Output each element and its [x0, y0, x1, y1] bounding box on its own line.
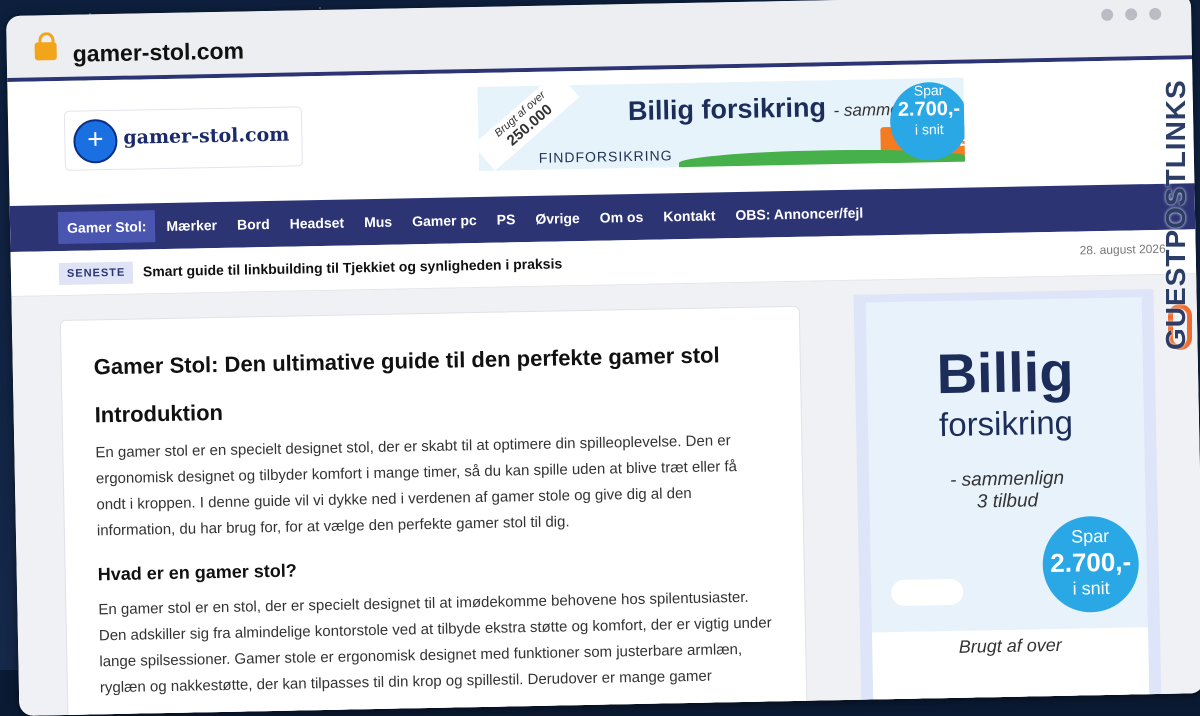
sidebar-ad-title: Billig — [935, 339, 1075, 406]
ticker-date: 28. august 2026 — [1079, 241, 1166, 258]
site-logo[interactable]: + gamer-stol.com — [63, 106, 303, 171]
nav-item-maerker[interactable]: Mærker — [157, 209, 226, 242]
lock-icon — [34, 42, 57, 61]
nav-item-headset[interactable]: Headset — [280, 206, 353, 239]
article-heading-intro: Introduktion — [94, 399, 224, 428]
save-suffix: i snit — [1072, 577, 1110, 599]
save-amount: 2.700,- — [1049, 546, 1132, 579]
sidebar: Billig forsikring - sammenlign 3 tilbud … — [853, 289, 1162, 716]
article-paragraph: En gamer stol er en stol, der er speciel… — [98, 588, 772, 697]
article: Gamer Stol: Den ultimative guide til den… — [59, 305, 808, 716]
nav-item-obs[interactable]: OBS: Annoncer/fejl — [726, 196, 872, 231]
window-dot-icon[interactable] — [1149, 7, 1162, 21]
stamp-small-text: Brugt af over — [492, 89, 548, 140]
address-bar[interactable]: gamer-stol.com — [72, 37, 244, 67]
article-title: Gamer Stol: Den ultimative guide til den… — [93, 342, 720, 380]
nav-item-ps[interactable]: PS — [487, 203, 524, 236]
sidebar-ad-sub2: 3 tilbud — [976, 490, 1039, 513]
banner-brand: FINDFORSIKRING — [538, 147, 673, 166]
nav-item-mus[interactable]: Mus — [355, 205, 402, 238]
website: + gamer-stol.com Brugt af over 250.000 B… — [7, 59, 1200, 716]
sidebar-ad[interactable]: Billig forsikring - sammenlign 3 tilbud … — [865, 297, 1150, 716]
save-suffix: i snit — [914, 121, 944, 138]
save-label: Spar — [913, 82, 944, 99]
save-amount: 2.700,- — [897, 97, 961, 121]
nav-item-gamer-pc[interactable]: Gamer pc — [403, 204, 486, 238]
ticker-tag: SENESTE — [58, 261, 134, 286]
content-area: Gamer Stol: Den ultimative guide til den… — [11, 274, 1200, 716]
nav-item-gamer-stol[interactable]: Gamer Stol: — [57, 210, 156, 245]
sidebar-ad-title2: forsikring — [938, 403, 1074, 444]
sidebar-ad-foot: Brugt af over — [871, 627, 1150, 716]
window-dot-icon[interactable] — [1125, 8, 1138, 21]
save-label: Spar — [1070, 525, 1110, 547]
plus-icon: + — [73, 118, 118, 164]
top-banner-ad[interactable]: Brugt af over 250.000 Billig forsikring … — [477, 77, 965, 171]
window-dot-icon[interactable] — [1101, 8, 1114, 21]
nav-item-bord[interactable]: Bord — [228, 208, 279, 241]
nav-item-om-os[interactable]: Om os — [590, 201, 652, 234]
browser-window: gamer-stol.com + gamer-stol.com Brugt af… — [6, 0, 1200, 716]
article-subheading: Hvad er en gamer stol? — [97, 560, 297, 585]
ticker-headline[interactable]: Smart guide til linkbuilding til Tjekkie… — [143, 255, 563, 279]
logo-text: gamer-stol.com — [123, 123, 290, 149]
nav-item-kontakt[interactable]: Kontakt — [654, 199, 725, 232]
sidebar-save-badge: Spar 2.700,- i snit — [1041, 515, 1140, 614]
article-paragraph: En gamer stol er en specielt designet st… — [95, 432, 738, 540]
nav-item-ovrige[interactable]: Øvrige — [526, 202, 589, 235]
window-controls — [1101, 7, 1162, 21]
cloud-icon — [890, 578, 964, 607]
banner-title-main: Billig forsikring — [627, 92, 827, 127]
watermark: GUESTPOSTLINKS — [1160, 79, 1191, 350]
